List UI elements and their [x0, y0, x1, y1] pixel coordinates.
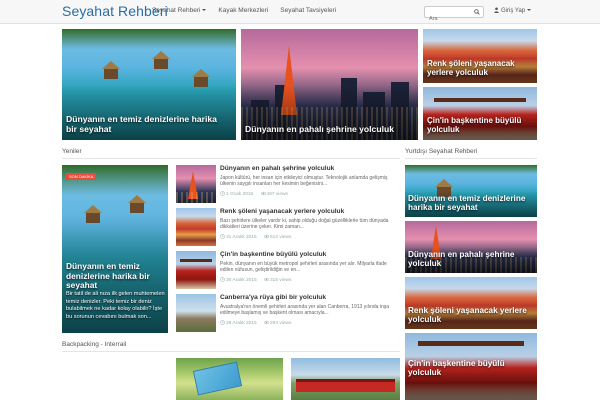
bungalow-roof	[152, 51, 170, 59]
palm-foliage	[405, 165, 537, 175]
eye-icon	[264, 234, 270, 239]
hero-title: Çin'in başkentine büyülü yolculuk	[427, 116, 522, 135]
featured-post-card[interactable]: SON DAKİKA Dünyanın en temiz denizlerine…	[62, 165, 168, 333]
login-label: Giriş Yap	[501, 8, 526, 14]
city-lights	[176, 191, 216, 203]
post-excerpt: Avustralya'nın önemli şehirleri arasında…	[220, 304, 390, 317]
bungalow-roof	[102, 61, 120, 69]
post-meta: 30 Aralık 2015 315 views	[220, 277, 291, 283]
hero-title: Dünyanın en temiz denizlerine harika bir…	[66, 114, 217, 134]
bungalow-roof	[128, 195, 146, 203]
sidebar-post-title: Renk şöleni yaşanacak yerlere yolculuk	[408, 306, 527, 325]
clock-icon	[220, 320, 225, 325]
eye-icon	[264, 320, 270, 325]
menu-item-seyahat-tavsiyeleri[interactable]: Seyahat Tavsiyeleri	[280, 7, 336, 14]
login-link[interactable]: Giriş Yap	[494, 7, 532, 14]
list-item[interactable]: Dünyanın en pahalı şehrine yolculuk Japo…	[176, 165, 400, 205]
post-date: 1 Ocak 2016	[226, 192, 254, 197]
menu-item-seyahat-rehberi[interactable]: Seyahat Rehberi	[152, 7, 207, 14]
list-item[interactable]: Canberra'ya rüya gibi bir yolculuk Avust…	[176, 294, 400, 334]
breaking-news-badge: SON DAKİKA	[66, 173, 97, 180]
post-date: 30 Aralık 2015	[226, 278, 257, 283]
post-views: 512 views	[270, 235, 292, 240]
red-train	[296, 379, 395, 393]
bungalow-roof	[435, 179, 453, 187]
bungalow	[104, 69, 118, 79]
post-thumbnail[interactable]	[176, 165, 216, 203]
top-navbar: Seyahat Rehberi Seyahat Rehberi Kayak Me…	[0, 0, 600, 24]
sidebar-post-title: Dünyanın en pahalı şehrine yolculuk	[408, 250, 515, 269]
main-menu: Seyahat Rehberi Kayak Merkezleri Seyahat…	[152, 7, 348, 14]
menu-item-label: Seyahat Rehberi	[152, 7, 201, 14]
post-views: 315 views	[270, 278, 292, 283]
sidebar-post-title: Çin'in başkentine büyülü yolculuk	[408, 359, 505, 378]
section-divider	[405, 158, 537, 159]
interrail-pass	[193, 361, 243, 396]
gate-roof	[418, 341, 524, 347]
bungalow	[130, 203, 144, 213]
palm-foliage	[62, 29, 236, 49]
section-title-sidebar: Yurtdışı Seyahat Rehberi	[405, 148, 478, 155]
interrail-post-card[interactable]	[176, 358, 283, 400]
post-meta: 29 Aralık 2015 294 views	[220, 320, 291, 326]
list-item[interactable]: Renk şöleni yaşanacak yerlere yolculuk B…	[176, 208, 400, 248]
section-title-backpacking: Backpacking - Interrail	[62, 341, 127, 348]
bungalow	[154, 59, 168, 69]
search-box	[424, 6, 484, 24]
post-views: 467 views	[266, 192, 288, 197]
sidebar-post-title: Dünyanın en temiz denizlerine harika bir…	[408, 194, 526, 213]
user-icon	[494, 7, 499, 13]
hero-card-expensive-city[interactable]: Dünyanın en pahalı şehrine yolculuk	[241, 29, 418, 140]
post-date: 31 Aralık 2015	[226, 235, 257, 240]
sidebar-post-beijing[interactable]: Çin'in başkentine büyülü yolculuk	[405, 333, 537, 400]
post-title[interactable]: Canberra'ya rüya gibi bir yolculuk	[220, 294, 326, 301]
bungalow-roof	[192, 69, 210, 77]
sidebar-post-expensive-city[interactable]: Dünyanın en pahalı şehrine yolculuk	[405, 221, 537, 273]
clock-icon	[220, 277, 225, 282]
post-thumbnail[interactable]	[176, 294, 216, 332]
search-input[interactable]	[425, 14, 471, 24]
section-title-latest: Yeniler	[62, 148, 82, 155]
bungalow-roof	[84, 205, 102, 213]
menu-item-kayak-merkezleri[interactable]: Kayak Merkezleri	[218, 7, 268, 14]
post-title[interactable]: Renk şöleni yaşanacak yerlere yolculuk	[220, 208, 344, 215]
hero-card-clean-seas[interactable]: Dünyanın en temiz denizlerine harika bir…	[62, 29, 236, 140]
list-item[interactable]: Çin'in başkentine büyülü yolculuk Pekin,…	[176, 251, 400, 291]
sidebar-post-clean-seas[interactable]: Dünyanın en temiz denizlerine harika bir…	[405, 165, 537, 217]
sidebar-post-rainbow-mountains[interactable]: Renk şöleni yaşanacak yerlere yolculuk	[405, 277, 537, 329]
section-divider	[62, 158, 400, 159]
hero-title: Renk şöleni yaşanacak yerlere yolculuk	[427, 59, 515, 78]
post-title[interactable]: Çin'in başkentine büyülü yolculuk	[220, 251, 326, 258]
gate-roof	[434, 97, 526, 102]
post-date: 29 Aralık 2015	[226, 321, 257, 326]
section-divider	[62, 351, 400, 352]
post-thumbnail[interactable]	[176, 251, 216, 289]
post-excerpt: Japon kültürü, her insan için etkileyici…	[220, 175, 388, 188]
post-meta: 31 Aralık 2015 512 views	[220, 234, 291, 240]
search-icon[interactable]	[474, 9, 480, 15]
post-views: 294 views	[270, 321, 292, 326]
palm-foliage	[62, 165, 168, 196]
eye-icon	[260, 191, 266, 196]
caret-down-icon	[202, 9, 207, 11]
eye-icon	[264, 277, 270, 282]
hero-card-rainbow-mountains[interactable]: Renk şöleni yaşanacak yerlere yolculuk	[423, 29, 537, 83]
gate-roof	[180, 259, 212, 263]
post-title[interactable]: Dünyanın en pahalı şehrine yolculuk	[220, 165, 334, 172]
featured-excerpt: Bir tatil de ali nıza ilk gelen muhtemel…	[66, 291, 165, 320]
hero-title: Dünyanın en pahalı şehrine yolculuk	[245, 124, 394, 134]
clock-icon	[220, 234, 225, 239]
post-excerpt: Bazı şehirlere ülkeler vardır ki, sahip …	[220, 218, 389, 231]
hero-card-beijing[interactable]: Çin'in başkentine büyülü yolculuk	[423, 87, 537, 140]
train-post-card[interactable]	[291, 358, 400, 400]
caret-down-icon	[527, 9, 532, 11]
clock-icon	[220, 191, 225, 196]
post-excerpt: Pekin, dünyanın en büyük metropol şehirl…	[220, 261, 387, 274]
featured-title: Dünyanın en temiz denizlerine harika bir…	[66, 261, 150, 291]
post-thumbnail[interactable]	[176, 208, 216, 246]
post-meta: 1 Ocak 2016 467 views	[220, 191, 288, 197]
